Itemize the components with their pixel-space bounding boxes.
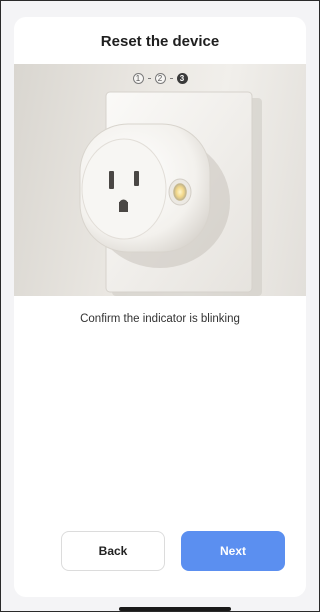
step-separator bbox=[169, 78, 173, 79]
home-indicator bbox=[119, 607, 231, 611]
smart-plug-illustration bbox=[79, 91, 262, 296]
phone-screen: Reset the device 1 2 3 Confirm the indic… bbox=[0, 0, 320, 612]
reset-device-card: Reset the device 1 2 3 Confirm the indic… bbox=[14, 17, 306, 597]
indicator-led-icon bbox=[173, 183, 187, 201]
back-button[interactable]: Back bbox=[61, 531, 165, 571]
outlet-face bbox=[81, 138, 167, 240]
next-button[interactable]: Next bbox=[181, 531, 285, 571]
instruction-text: Confirm the indicator is blinking bbox=[80, 313, 240, 325]
device-photo: 1 2 3 bbox=[14, 64, 306, 296]
step-separator bbox=[147, 78, 151, 79]
page-title: Reset the device bbox=[100, 33, 220, 50]
outlet-slot-right bbox=[134, 171, 139, 186]
step-3-current: 3 bbox=[176, 73, 188, 84]
step-2: 2 bbox=[154, 73, 166, 84]
step-1: 1 bbox=[132, 73, 144, 84]
outlet-slot-left bbox=[109, 171, 114, 189]
step-indicator: 1 2 3 bbox=[14, 73, 306, 84]
